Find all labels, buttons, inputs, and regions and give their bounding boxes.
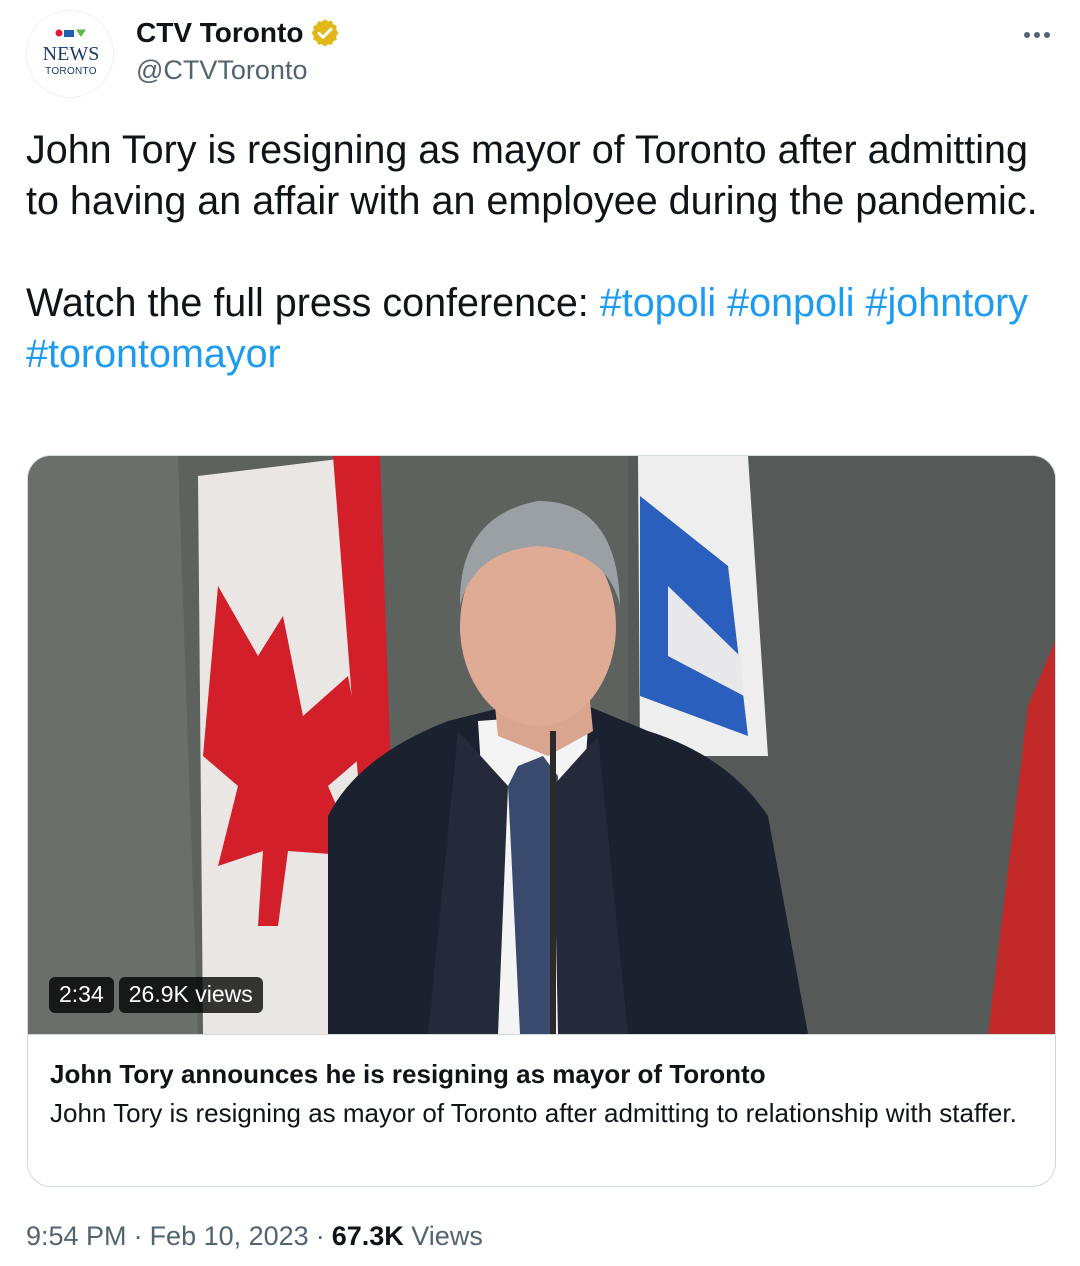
video-views: 26.9K views xyxy=(118,977,263,1013)
tweet-paragraph: Watch the full press conference: #topoli… xyxy=(26,278,1056,380)
account-handle[interactable]: @CTVToronto xyxy=(136,54,307,86)
video-card[interactable]: 2:34 26.9K views John Tory announces he … xyxy=(27,455,1056,1187)
video-thumbnail xyxy=(28,456,1055,1034)
video-duration: 2:34 xyxy=(49,977,114,1013)
meta-separator: · xyxy=(133,1221,143,1251)
tweet-paragraph: John Tory is resigning as mayor of Toron… xyxy=(26,128,1038,223)
more-horizontal-icon xyxy=(1024,32,1030,38)
tweet-cta-text: Watch the full press conference: xyxy=(26,281,589,325)
hashtag-link[interactable]: #johntory xyxy=(866,281,1029,325)
card-description: John Tory is resigning as mayor of Toron… xyxy=(50,1098,1017,1128)
more-options-button[interactable] xyxy=(1020,18,1054,52)
video-stats: 2:34 26.9K views xyxy=(49,977,263,1013)
more-horizontal-icon xyxy=(1044,32,1050,38)
svg-text:NEWS: NEWS xyxy=(43,43,100,65)
display-name[interactable]: CTV Toronto xyxy=(136,16,303,50)
tweet-meta: 9:54 PM · Feb 10, 2023 · 67.3K Views xyxy=(26,1219,483,1253)
avatar[interactable]: NEWS TORONTO xyxy=(26,10,114,98)
tweet-text: John Tory is resigning as mayor of Toron… xyxy=(26,125,1056,380)
view-count: 67.3K xyxy=(331,1221,404,1251)
account-name-row[interactable]: CTV Toronto xyxy=(136,16,341,50)
hashtag-link[interactable]: #onpoli xyxy=(727,281,854,325)
card-body[interactable]: John Tory announces he is resigning as m… xyxy=(28,1034,1055,1131)
video-player[interactable]: 2:34 26.9K views xyxy=(28,456,1055,1034)
meta-separator: · xyxy=(315,1221,325,1251)
more-horizontal-icon xyxy=(1034,32,1040,38)
verified-badge-icon[interactable] xyxy=(309,17,341,49)
tweet-time[interactable]: 9:54 PM xyxy=(26,1221,127,1251)
hashtag-link[interactable]: #torontomayor xyxy=(26,332,281,376)
ctv-news-logo: NEWS TORONTO xyxy=(27,11,113,97)
card-title: John Tory announces he is resigning as m… xyxy=(50,1059,766,1089)
views-label: Views xyxy=(411,1221,483,1251)
tweet-date[interactable]: Feb 10, 2023 xyxy=(150,1221,309,1251)
svg-text:TORONTO: TORONTO xyxy=(45,66,97,77)
hashtag-link[interactable]: #topoli xyxy=(600,281,716,325)
